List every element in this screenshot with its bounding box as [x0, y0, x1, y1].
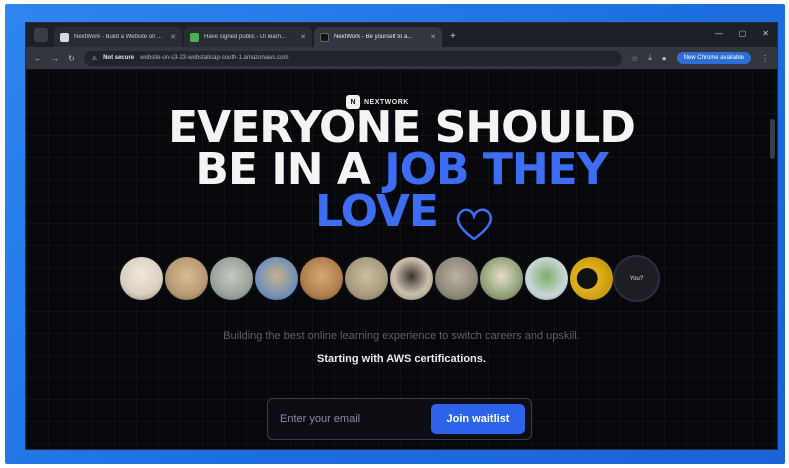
- avatar-goat: [253, 255, 300, 302]
- tab-favicon-icon: [190, 32, 199, 42]
- waitlist-form: Join waitlist: [267, 398, 532, 440]
- avatar-seal: [433, 255, 480, 302]
- warning-icon: ⚠: [91, 55, 98, 62]
- hero-headline: EVERYONE SHOULD BE IN A JOB THEY LOVE: [26, 102, 777, 234]
- email-input[interactable]: [280, 413, 431, 425]
- tab-favicon-icon: [60, 32, 69, 42]
- logo-text: NEXTWORK: [364, 98, 409, 106]
- navigation-bar: ← → ↻ ⚠ Not secure website-on-s3-23-webs…: [26, 47, 777, 69]
- minimize-icon[interactable]: —: [715, 29, 723, 38]
- headline-line-3-text: LOVE: [315, 186, 439, 237]
- tab-title: NextWork - Be yourself to a...: [334, 34, 413, 40]
- menu-kebab-icon[interactable]: ⋮: [761, 54, 769, 63]
- forward-icon[interactable]: →: [51, 54, 59, 63]
- close-window-icon[interactable]: ✕: [762, 29, 769, 38]
- profile-icon[interactable]: ●: [662, 54, 667, 63]
- headline-line-3: LOVE: [26, 190, 777, 234]
- page-content: N NEXTWORK EVERYONE SHOULD BE IN A JOB T…: [26, 69, 777, 449]
- page-scrollbar[interactable]: [770, 119, 775, 159]
- avatar-row: You?: [118, 255, 660, 302]
- avatar-lion: [343, 255, 390, 302]
- tab-title: NextWork - Build a Website on ...: [74, 34, 163, 40]
- avatar-you: You?: [613, 255, 660, 302]
- tab-1[interactable]: NextWork - Build a Website on ... ✕: [54, 27, 182, 47]
- toolbar-right: ☆ ⤓ ● New Chrome available ⋮: [631, 52, 769, 64]
- headline-line-1: EVERYONE SHOULD: [168, 102, 636, 153]
- tab-strip: NextWork - Build a Website on ... ✕ Have…: [26, 23, 777, 47]
- avatar-hamster: [163, 255, 210, 302]
- logo-mark-icon: N: [346, 95, 360, 109]
- avatar-cactus: [523, 255, 570, 302]
- address-bar[interactable]: ⚠ Not secure website-on-s3-23-webstatica…: [83, 50, 623, 66]
- maximize-icon[interactable]: ▢: [739, 29, 747, 38]
- browser-window: NextWork - Build a Website on ... ✕ Have…: [25, 22, 778, 450]
- window-menu-icon[interactable]: [34, 28, 48, 42]
- back-icon[interactable]: ←: [34, 54, 42, 63]
- url-text[interactable]: website-on-s3-23-webstaticap-south-1.ama…: [140, 55, 288, 61]
- download-icon[interactable]: ⤓: [648, 53, 652, 63]
- bookmark-star-icon[interactable]: ☆: [631, 54, 638, 63]
- avatar-alpaca: [118, 255, 165, 302]
- avatar-pug: [388, 255, 435, 302]
- avatar-llama: [478, 255, 525, 302]
- nextwork-logo[interactable]: N NEXTWORK: [346, 95, 409, 109]
- avatar-dog: [298, 255, 345, 302]
- headline-line-2: BE IN A JOB THEY: [26, 148, 777, 192]
- close-icon[interactable]: ✕: [430, 33, 436, 41]
- tab-title: Have signed public - UI learn...: [204, 34, 287, 40]
- avatar-toucan: [568, 255, 615, 302]
- not-secure-label[interactable]: Not secure: [103, 55, 134, 61]
- close-icon[interactable]: ✕: [300, 33, 306, 41]
- window-controls: — ▢ ✕: [715, 29, 769, 38]
- reload-icon[interactable]: ↻: [68, 54, 75, 63]
- avatar-koala: [208, 255, 255, 302]
- tab-favicon-icon: [320, 32, 329, 42]
- subtitle: Building the best online learning experi…: [223, 330, 580, 342]
- heart-outline-icon: [456, 208, 493, 241]
- tab-3-active[interactable]: NextWork - Be yourself to a... ✕: [314, 27, 442, 47]
- close-icon[interactable]: ✕: [170, 33, 176, 41]
- relaunch-button[interactable]: New Chrome available: [676, 52, 751, 64]
- tab-2[interactable]: Have signed public - UI learn... ✕: [184, 27, 312, 47]
- join-waitlist-button[interactable]: Join waitlist: [431, 404, 525, 434]
- subtitle-bold: Starting with AWS certifications.: [317, 353, 486, 365]
- new-tab-button[interactable]: +: [450, 31, 456, 42]
